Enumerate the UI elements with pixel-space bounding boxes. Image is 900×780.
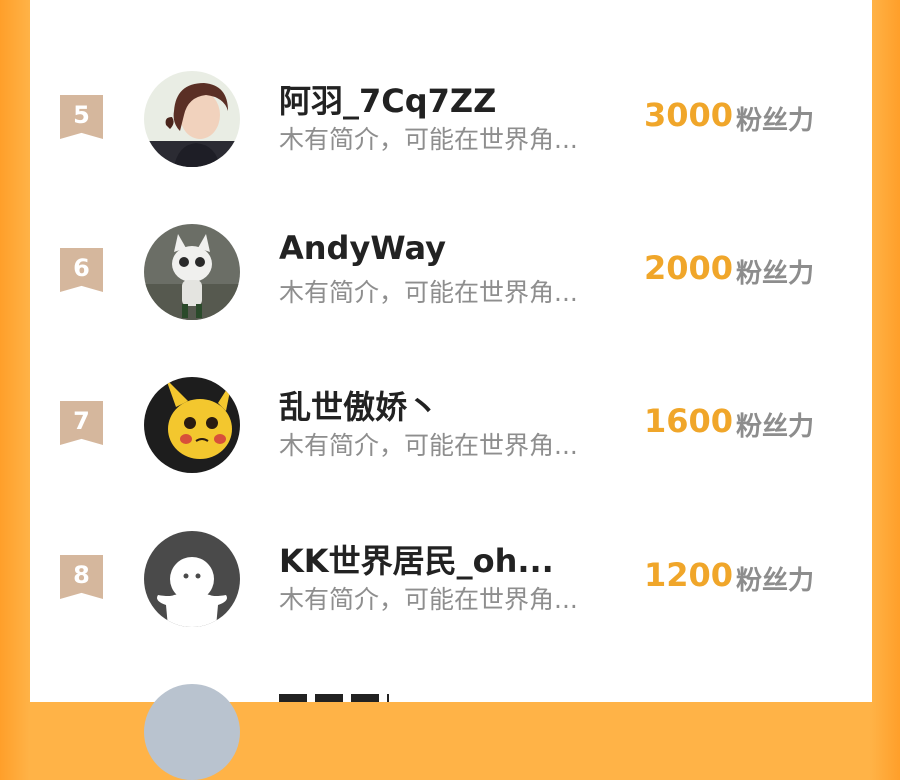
fan-power-label: 粉丝力 bbox=[736, 259, 815, 289]
pikachu-avatar-icon bbox=[144, 377, 240, 473]
fan-power-label: 粉丝力 bbox=[736, 412, 815, 442]
user-bio: 木有简介，可能在世界角... bbox=[279, 278, 578, 307]
fan-power-score: 2000 bbox=[644, 249, 734, 287]
user-name[interactable]: 乱世傲娇丶 bbox=[279, 382, 609, 428]
rank-badge: 7 bbox=[60, 401, 103, 445]
user-avatar[interactable] bbox=[144, 224, 240, 320]
next-row-avatar-fragment bbox=[144, 684, 240, 780]
user-bio: 木有简介，可能在世界角... bbox=[279, 585, 578, 614]
next-row-name-fragment bbox=[279, 688, 419, 702]
user-avatar[interactable] bbox=[144, 71, 240, 167]
ranking-row[interactable]: 8 KK世界居民_oh... 木有简介，可能在世界角... 1200 粉丝力 bbox=[30, 526, 872, 656]
user-avatar[interactable] bbox=[144, 377, 240, 473]
rank-badge: 8 bbox=[60, 555, 103, 599]
fan-power-label: 粉丝力 bbox=[736, 106, 815, 136]
fan-power-score: 1200 bbox=[644, 556, 734, 594]
user-bio: 木有简介，可能在世界角... bbox=[279, 431, 578, 460]
user-name[interactable]: KK世界居民_oh... bbox=[279, 536, 609, 582]
user-avatar[interactable] bbox=[144, 531, 240, 627]
ranking-row[interactable]: 6 AndyWay 木有简介，可能在世界角... 2000 粉丝力 bbox=[30, 219, 872, 349]
user-name[interactable]: AndyWay bbox=[279, 229, 609, 267]
fan-power-score: 1600 bbox=[644, 402, 734, 440]
user-name[interactable]: 阿羽_7Cq7ZZ bbox=[279, 76, 609, 122]
fan-power-label: 粉丝力 bbox=[736, 566, 815, 596]
photo-woman-avatar-icon bbox=[144, 71, 240, 167]
cartoon-cat-avatar-icon bbox=[144, 224, 240, 320]
rank-badge: 5 bbox=[60, 95, 103, 139]
ranking-row[interactable]: 7 乱世傲娇丶 木有简介，可能在世界角... 1600 粉丝力 bbox=[30, 372, 872, 502]
fan-power-score: 3000 bbox=[644, 96, 734, 134]
previous-row-avatar-fragment bbox=[180, 0, 260, 8]
rank-badge: 6 bbox=[60, 248, 103, 292]
user-bio: 木有简介，可能在世界角... bbox=[279, 125, 578, 154]
ranking-panel: 5 阿羽_7Cq7ZZ 木有简介，可能在世界角... 3000 粉丝力 6 An… bbox=[30, 0, 872, 780]
ranking-row[interactable]: 5 阿羽_7Cq7ZZ 木有简介，可能在世界角... 3000 粉丝力 bbox=[30, 66, 872, 196]
default-ghost-avatar-icon bbox=[144, 531, 240, 627]
